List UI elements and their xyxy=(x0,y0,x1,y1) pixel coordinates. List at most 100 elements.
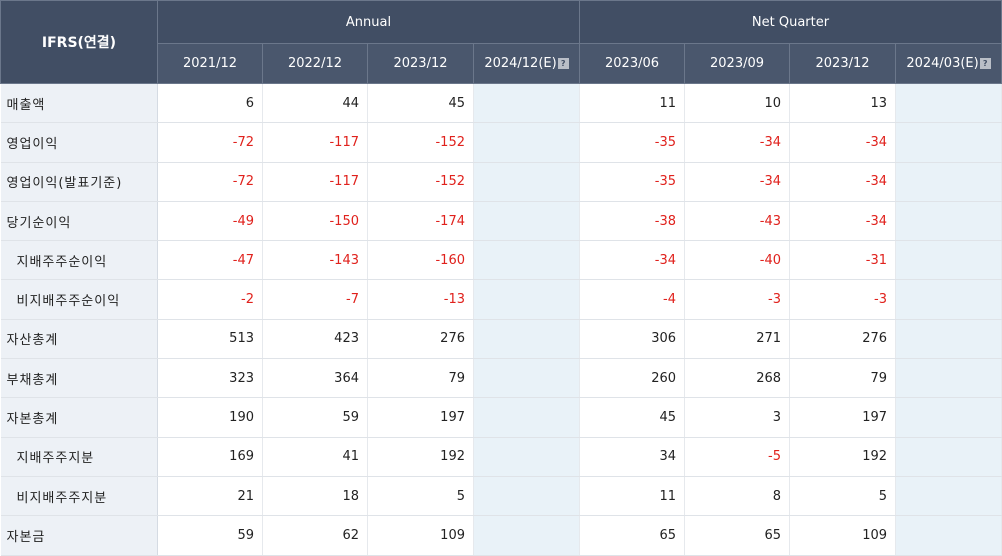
table-row: 지배주주순이익 -47 -143 -160 -34 -40 -31 xyxy=(0,240,1002,281)
row-label[interactable]: 영업이익(발표기준) xyxy=(0,162,158,202)
value-cell: 10 xyxy=(684,83,791,124)
value-cell: -117 xyxy=(262,162,368,202)
value-cell: 513 xyxy=(157,319,263,360)
estimate-cell xyxy=(473,122,581,163)
estimate-cell xyxy=(473,201,581,242)
estimate-cell xyxy=(473,319,581,360)
period-header-annual-2021-12: 2021/12 xyxy=(157,43,263,84)
period-header-quarter-2023-06: 2023/06 xyxy=(579,43,686,84)
table-row: 지배주주지분 169 41 192 34 -5 192 xyxy=(0,437,1002,477)
help-icon[interactable]: ? xyxy=(557,58,569,69)
value-cell: 11 xyxy=(579,83,686,124)
value-cell: 8 xyxy=(684,476,791,517)
value-cell: -160 xyxy=(367,240,474,281)
value-cell: -2 xyxy=(157,279,263,320)
value-cell: 62 xyxy=(262,515,368,556)
value-cell: 364 xyxy=(262,358,368,399)
value-cell: -152 xyxy=(367,162,474,202)
annual-header: Annual xyxy=(156,0,581,44)
table-row: 자본총계 190 59 197 45 3 197 xyxy=(0,397,1002,438)
value-cell: 5 xyxy=(367,476,474,517)
value-cell: 59 xyxy=(262,397,368,438)
value-cell: 276 xyxy=(367,319,474,360)
table-row: 부채총계 323 364 79 260 268 79 xyxy=(0,358,1002,399)
value-cell: -35 xyxy=(579,162,686,202)
value-cell: 65 xyxy=(684,515,791,556)
table-body: 매출액 6 44 45 11 10 13 영업이익 -72 -117 -152 -35 -34 -34 영업… xyxy=(0,83,1002,556)
row-label[interactable]: 자본금 xyxy=(0,515,158,556)
value-cell: -3 xyxy=(684,279,791,320)
value-cell: -174 xyxy=(367,201,474,242)
value-cell: -31 xyxy=(789,240,897,281)
value-cell: -117 xyxy=(262,122,368,163)
value-cell: -43 xyxy=(684,201,791,242)
row-label[interactable]: 비지배주주순이익 xyxy=(0,279,158,320)
value-cell: 13 xyxy=(789,83,897,124)
value-cell: 3 xyxy=(684,397,791,438)
estimate-cell xyxy=(473,437,581,477)
help-icon[interactable]: ? xyxy=(979,58,991,69)
row-label[interactable]: 부채총계 xyxy=(0,358,158,399)
value-cell: 271 xyxy=(684,319,791,360)
estimate-cell xyxy=(473,476,581,517)
value-cell: 197 xyxy=(367,397,474,438)
row-label[interactable]: 지배주주지분 xyxy=(0,437,158,477)
value-cell: -34 xyxy=(684,162,791,202)
value-cell: 169 xyxy=(157,437,263,477)
table-row: 영업이익(발표기준) -72 -117 -152 -35 -34 -34 xyxy=(0,162,1002,202)
estimate-cell xyxy=(473,240,581,281)
value-cell: -40 xyxy=(684,240,791,281)
row-label[interactable]: 지배주주순이익 xyxy=(0,240,158,281)
period-header-quarter-2023-12: 2023/12 xyxy=(789,43,897,84)
estimate-cell xyxy=(895,83,1002,124)
value-cell: 45 xyxy=(367,83,474,124)
estimate-cell xyxy=(473,515,581,556)
estimate-cell xyxy=(895,515,1002,556)
value-cell: -34 xyxy=(789,162,897,202)
value-cell: 45 xyxy=(579,397,686,438)
table-row: 영업이익 -72 -117 -152 -35 -34 -34 xyxy=(0,122,1002,163)
value-cell: 192 xyxy=(367,437,474,477)
estimate-cell xyxy=(473,83,581,124)
value-cell: -34 xyxy=(789,122,897,163)
value-cell: -72 xyxy=(157,162,263,202)
value-cell: -47 xyxy=(157,240,263,281)
value-cell: -4 xyxy=(579,279,686,320)
value-cell: 59 xyxy=(157,515,263,556)
value-cell: 276 xyxy=(789,319,897,360)
row-label[interactable]: 매출액 xyxy=(0,83,158,124)
ifrs-header: IFRS(연결) xyxy=(0,0,158,84)
row-label[interactable]: 자산총계 xyxy=(0,319,158,360)
value-cell: 192 xyxy=(789,437,897,477)
net-quarter-header: Net Quarter xyxy=(579,0,1002,44)
value-cell: -72 xyxy=(157,122,263,163)
estimate-cell xyxy=(895,201,1002,242)
estimate-cell xyxy=(473,358,581,399)
value-cell: 34 xyxy=(579,437,686,477)
table-row: 자산총계 513 423 276 306 271 276 xyxy=(0,319,1002,360)
estimate-cell xyxy=(895,358,1002,399)
value-cell: 268 xyxy=(684,358,791,399)
value-cell: 197 xyxy=(789,397,897,438)
value-cell: 323 xyxy=(157,358,263,399)
estimate-cell xyxy=(895,122,1002,163)
row-label[interactable]: 비지배주주지분 xyxy=(0,476,158,517)
row-label[interactable]: 당기순이익 xyxy=(0,201,158,242)
period-header-annual-2023-12: 2023/12 xyxy=(367,43,474,84)
table-row: 비지배주주지분 21 18 5 11 8 5 xyxy=(0,476,1002,517)
period-header-annual-2022-12: 2022/12 xyxy=(262,43,368,84)
value-cell: -13 xyxy=(367,279,474,320)
estimate-cell xyxy=(473,279,581,320)
value-cell: 109 xyxy=(789,515,897,556)
value-cell: -34 xyxy=(789,201,897,242)
value-cell: -7 xyxy=(262,279,368,320)
value-cell: -34 xyxy=(684,122,791,163)
value-cell: 6 xyxy=(157,83,263,124)
value-cell: -38 xyxy=(579,201,686,242)
row-label[interactable]: 자본총계 xyxy=(0,397,158,438)
row-label[interactable]: 영업이익 xyxy=(0,122,158,163)
value-cell: 306 xyxy=(579,319,686,360)
estimate-cell xyxy=(895,437,1002,477)
period-header-quarter-2024-03-e: 2024/03(E)? xyxy=(895,43,1002,84)
value-cell: -34 xyxy=(579,240,686,281)
